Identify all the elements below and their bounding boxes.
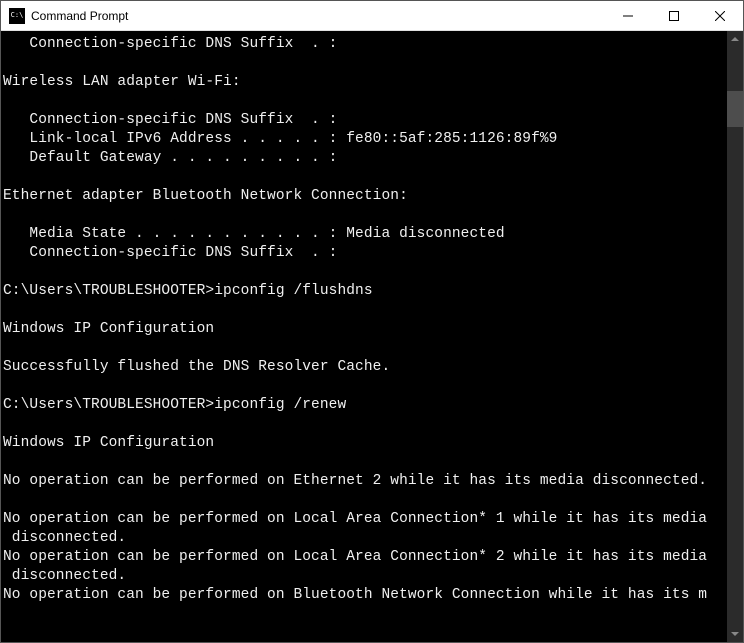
minimize-icon (623, 11, 633, 21)
close-button[interactable] (697, 1, 743, 30)
titlebar[interactable]: Command Prompt (1, 1, 743, 31)
scroll-down-button[interactable] (727, 626, 743, 642)
cmd-icon (9, 8, 25, 24)
window-controls (605, 1, 743, 30)
maximize-button[interactable] (651, 1, 697, 30)
chevron-down-icon (731, 632, 739, 636)
close-icon (715, 11, 725, 21)
scroll-up-button[interactable] (727, 31, 743, 47)
window-title: Command Prompt (31, 9, 605, 23)
chevron-up-icon (731, 37, 739, 41)
terminal-output[interactable]: Connection-specific DNS Suffix . : Wirel… (1, 31, 727, 642)
minimize-button[interactable] (605, 1, 651, 30)
terminal-area: Connection-specific DNS Suffix . : Wirel… (1, 31, 743, 642)
scrollbar[interactable] (727, 31, 743, 642)
scroll-thumb[interactable] (727, 91, 743, 127)
maximize-icon (669, 11, 679, 21)
